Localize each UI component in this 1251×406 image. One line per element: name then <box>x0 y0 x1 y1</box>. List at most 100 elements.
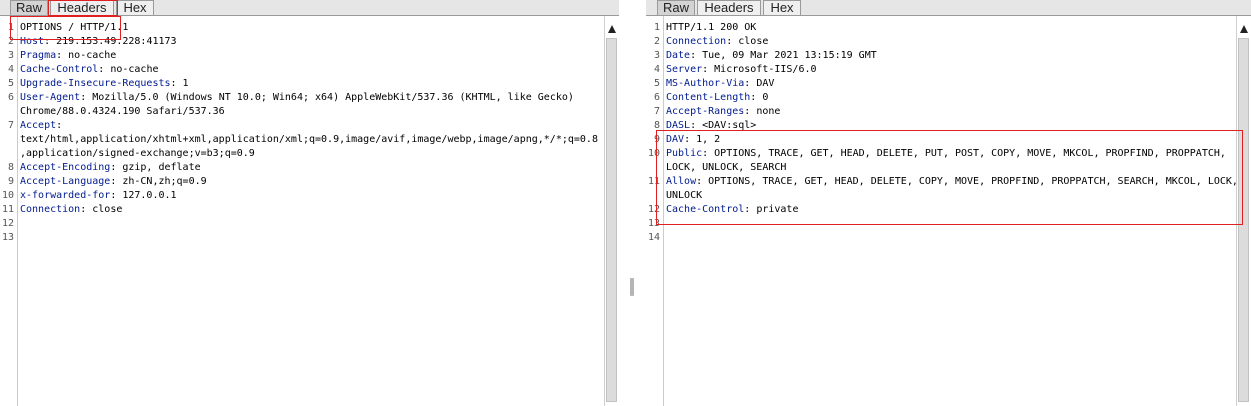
header-value: : none <box>744 106 781 117</box>
pane-splitter[interactable] <box>619 0 646 406</box>
line-number: 7 <box>653 106 660 117</box>
header-value: : OPTIONS, TRACE, GET, HEAD, DELETE, COP… <box>696 176 1238 187</box>
request-pane: Raw Headers Hex 1 OPTIONS / HTTP/1.1 2 Host… <box>0 0 619 406</box>
header-name: Content-Length <box>666 92 751 103</box>
header-value: : no-cache <box>56 50 117 61</box>
header-name: MS-Author-Via <box>666 78 745 89</box>
header-value: : zh-CN,zh;q=0.9 <box>110 176 207 187</box>
code-line: UNLOCK <box>646 189 1235 203</box>
code-line: text/html,application/xhtml+xml,applicat… <box>0 133 603 147</box>
header-value: text/html,application/xhtml+xml,applicat… <box>20 134 598 145</box>
header-value: : close <box>80 204 123 215</box>
line-number: 8 <box>7 162 14 173</box>
code-line: ,application/signed-exchange;v=b3;q=0.9 <box>0 147 603 161</box>
header-value: HTTP/1.1 200 OK <box>666 22 757 33</box>
line-text: Connection: close <box>666 35 1235 49</box>
line-number: 5 <box>653 78 660 89</box>
line-number: 2 <box>7 36 14 47</box>
response-editor[interactable]: 1 HTTP/1.1 200 OK 2 Connection: close 3 Date:… <box>646 16 1251 406</box>
request-tab-headers[interactable]: Headers <box>50 0 114 15</box>
header-name: Pragma <box>20 50 57 61</box>
line-number: 12 <box>647 204 660 215</box>
line-text: ,application/signed-exchange;v=b3;q=0.9 <box>20 147 603 161</box>
request-tab-raw[interactable]: Raw <box>10 0 48 15</box>
code-line: 7 Accept: <box>0 119 603 133</box>
header-value: : 1 <box>170 78 189 89</box>
splitter-grip-icon[interactable] <box>630 278 634 296</box>
header-value: : 0 <box>750 92 769 103</box>
scroll-up-arrow-icon[interactable] <box>608 25 616 33</box>
line-text: DASL: <DAV:sql> <box>666 119 1235 133</box>
line-text: UNLOCK <box>666 189 1235 203</box>
header-value: : gzip, deflate <box>110 162 201 173</box>
header-name: Public <box>666 148 703 159</box>
header-name: Connection <box>666 36 727 47</box>
header-name: Cache-Control <box>20 64 99 75</box>
line-number: 4 <box>7 64 14 75</box>
header-value: : close <box>726 36 769 47</box>
header-value: : Mozilla/5.0 (Windows NT 10.0; Win64; x… <box>80 92 574 103</box>
line-number: 3 <box>653 50 660 61</box>
response-tabbar: Raw Headers Hex <box>646 0 1251 16</box>
line-text: Accept: <box>20 119 603 133</box>
response-tab-hex[interactable]: Hex <box>763 0 801 15</box>
response-lines: 1 HTTP/1.1 200 OK 2 Connection: close 3 Date:… <box>646 21 1238 245</box>
header-value: LOCK, UNLOCK, SEARCH <box>666 162 787 173</box>
line-number: 12 <box>1 218 14 229</box>
header-value: : <box>56 120 63 131</box>
header-value: ,application/signed-exchange;v=b3;q=0.9 <box>20 148 255 159</box>
code-line: 1 OPTIONS / HTTP/1.1 <box>0 21 603 35</box>
code-line: 9 DAV: 1, 2 <box>646 133 1235 147</box>
scroll-up-arrow-icon[interactable] <box>1240 25 1248 33</box>
header-name: Accept-Ranges <box>666 106 745 117</box>
line-number: 9 <box>7 176 14 187</box>
header-value: : 219.153.49.228:41173 <box>44 36 177 47</box>
line-text: Cache-Control: no-cache <box>20 63 603 77</box>
code-line: 14 <box>646 231 1235 245</box>
response-tab-headers[interactable]: Headers <box>697 0 761 15</box>
header-name: Accept-Encoding <box>20 162 111 173</box>
line-text: LOCK, UNLOCK, SEARCH <box>666 161 1235 175</box>
header-value: : 127.0.0.1 <box>110 190 177 201</box>
code-line: 2 Host: 219.153.49.228:41173 <box>0 35 603 49</box>
header-name: DASL <box>666 120 691 131</box>
line-number: 6 <box>7 92 14 103</box>
request-tab-hex[interactable]: Hex <box>116 0 154 15</box>
request-scroll-thumb[interactable] <box>606 38 617 402</box>
line-number: 14 <box>647 232 660 243</box>
response-tab-raw[interactable]: Raw <box>657 0 695 15</box>
line-text: HTTP/1.1 200 OK <box>666 21 1235 35</box>
header-value: UNLOCK <box>666 190 703 201</box>
response-scrollbar[interactable] <box>1236 16 1251 406</box>
code-line: LOCK, UNLOCK, SEARCH <box>646 161 1235 175</box>
line-number: 7 <box>7 120 14 131</box>
line-number: 11 <box>1 204 14 215</box>
header-name: User-Agent <box>20 92 81 103</box>
line-text: Connection: close <box>20 203 603 217</box>
code-line: 13 <box>646 217 1235 231</box>
line-text: Chrome/88.0.4324.190 Safari/537.36 <box>20 105 603 119</box>
code-line: 1 HTTP/1.1 200 OK <box>646 21 1235 35</box>
header-value: : Tue, 09 Mar 2021 13:15:19 GMT <box>690 50 877 61</box>
request-scrollbar[interactable] <box>604 16 619 406</box>
header-name: x-forwarded-for <box>20 190 111 201</box>
line-text: Public: OPTIONS, TRACE, GET, HEAD, DELET… <box>666 147 1235 161</box>
line-number: 13 <box>647 218 660 229</box>
line-text: OPTIONS / HTTP/1.1 <box>20 21 603 35</box>
header-name: Allow <box>666 176 697 187</box>
header-name: Host <box>20 36 45 47</box>
line-number: 10 <box>1 190 14 201</box>
code-line: 10 x-forwarded-for: 127.0.0.1 <box>0 189 603 203</box>
code-line: 3 Date: Tue, 09 Mar 2021 13:15:19 GMT <box>646 49 1235 63</box>
header-value: : DAV <box>744 78 775 89</box>
header-name: DAV <box>666 134 685 145</box>
line-number: 6 <box>653 92 660 103</box>
line-text: Content-Length: 0 <box>666 91 1235 105</box>
line-number: 2 <box>653 36 660 47</box>
line-number: 11 <box>647 176 660 187</box>
line-number: 9 <box>653 134 660 145</box>
code-line: 13 <box>0 231 603 245</box>
request-editor[interactable]: 1 OPTIONS / HTTP/1.1 2 Host: 219.153.49.228… <box>0 16 619 406</box>
code-line: 12 Cache-Control: private <box>646 203 1235 217</box>
response-scroll-thumb[interactable] <box>1238 38 1249 402</box>
